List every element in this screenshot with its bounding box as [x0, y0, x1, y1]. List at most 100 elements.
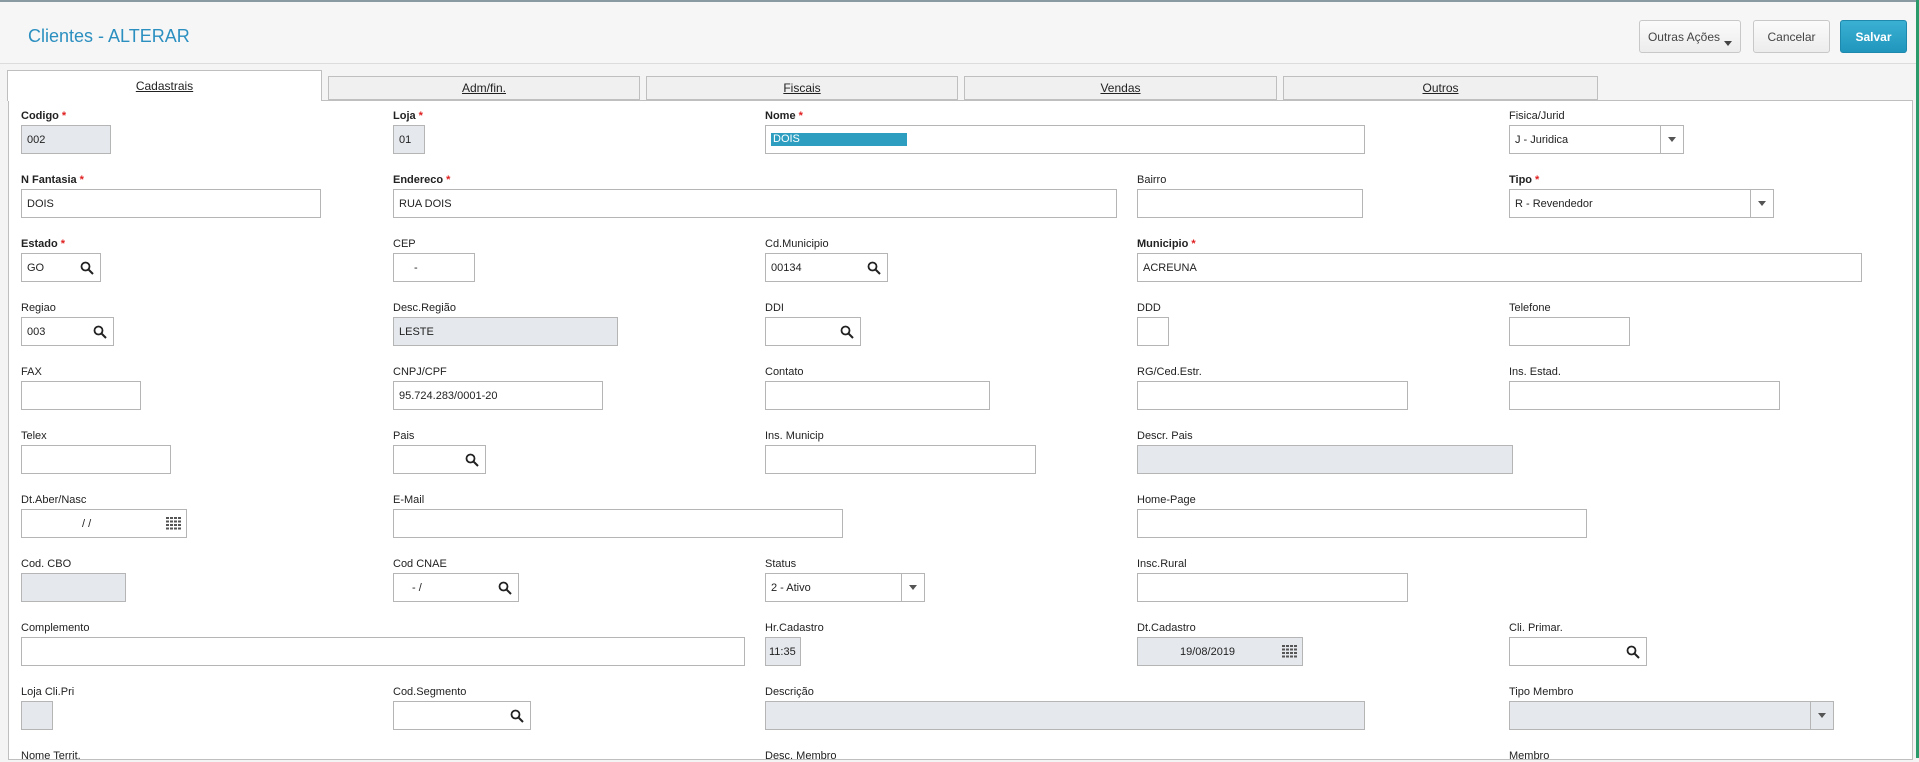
tab-fiscais[interactable]: Fiscais	[646, 76, 958, 100]
rg-field[interactable]	[1137, 381, 1408, 410]
ddd-field[interactable]	[1137, 317, 1169, 346]
search-icon[interactable]	[510, 709, 524, 723]
cdmunicipio-field[interactable]: 00134	[765, 253, 888, 282]
chevron-down-icon[interactable]	[1810, 702, 1833, 729]
search-icon[interactable]	[867, 261, 881, 275]
telex-label: Telex	[21, 430, 47, 442]
pais-field[interactable]	[393, 445, 486, 474]
tab-outros[interactable]: Outros	[1283, 76, 1598, 100]
chevron-down-icon[interactable]	[1660, 126, 1683, 153]
chevron-down-icon	[1724, 41, 1732, 46]
descricao-field[interactable]	[765, 701, 1365, 730]
cep-label: CEP	[393, 238, 416, 250]
email-field[interactable]	[393, 509, 843, 538]
membro-label: Membro	[1509, 750, 1550, 762]
endereco-field[interactable]: RUA DOIS	[393, 189, 1117, 218]
municipio-label: Municipio *	[1137, 238, 1196, 250]
bairro-field[interactable]	[1137, 189, 1363, 218]
pais-label: Pais	[393, 430, 415, 442]
codsegmento-field[interactable]	[393, 701, 531, 730]
search-icon[interactable]	[465, 453, 479, 467]
tab-adm-fin[interactable]: Adm/fin.	[328, 76, 640, 100]
fax-field[interactable]	[21, 381, 141, 410]
lojacli-label: Loja Cli.Pri	[21, 686, 75, 698]
search-icon[interactable]	[1626, 645, 1640, 659]
nome-field[interactable]: DOIS	[765, 125, 1365, 154]
outras-acoes-button[interactable]: Outras Ações	[1639, 20, 1741, 53]
regiao-label: Regiao	[21, 302, 56, 314]
endereco-label: Endereco *	[393, 174, 451, 186]
insmunicip-label: Ins. Municip	[765, 430, 824, 442]
fisica-label: Fisica/Jurid	[1509, 110, 1565, 122]
hrcadastro-label: Hr.Cadastro	[765, 622, 824, 634]
homepage-field[interactable]	[1137, 509, 1587, 538]
calendar-icon[interactable]	[166, 517, 181, 530]
cliprimar-label: Cli. Primar.	[1509, 622, 1563, 634]
tab-vendas[interactable]: Vendas	[964, 76, 1277, 100]
outras-acoes-label: Outras Ações	[1647, 29, 1721, 44]
telex-field[interactable]	[21, 445, 171, 474]
codcnae-field[interactable]: - /	[393, 573, 519, 602]
save-button[interactable]: Salvar	[1840, 20, 1907, 53]
nfantasia-field[interactable]: DOIS	[21, 189, 321, 218]
dtcadastro-field[interactable]: 19/08/2019	[1137, 637, 1303, 666]
descrpais-label: Descr. Pais	[1137, 430, 1193, 442]
regiao-field[interactable]: 003	[21, 317, 114, 346]
codigo-label: Codigo *	[21, 110, 67, 122]
cliprimar-field[interactable]	[1509, 637, 1647, 666]
complemento-field[interactable]	[21, 637, 745, 666]
estado-field[interactable]: GO	[21, 253, 101, 282]
cdmunicipio-label: Cd.Municipio	[765, 238, 829, 250]
ddi-field[interactable]	[765, 317, 861, 346]
codcnae-label: Cod CNAE	[393, 558, 447, 570]
loja-label: Loja *	[393, 110, 423, 122]
codcbo-label: Cod. CBO	[21, 558, 72, 570]
tab-cadastrais[interactable]: Cadastrais	[7, 70, 322, 101]
codcbo-field[interactable]	[21, 573, 126, 602]
codigo-field[interactable]: 002	[21, 125, 111, 154]
calendar-icon[interactable]	[1282, 645, 1297, 658]
chevron-down-icon[interactable]	[901, 574, 924, 601]
inscrural-field[interactable]	[1137, 573, 1408, 602]
chevron-down-icon[interactable]	[1750, 190, 1773, 217]
dtcadastro-label: Dt.Cadastro	[1137, 622, 1196, 634]
municipio-field[interactable]: ACREUNA	[1137, 253, 1862, 282]
cancel-button[interactable]: Cancelar	[1753, 20, 1830, 53]
codsegmento-label: Cod.Segmento	[393, 686, 467, 698]
dtaber-field[interactable]: / /	[21, 509, 187, 538]
tipo-select[interactable]: R - Revendedor	[1509, 189, 1774, 218]
insestad-field[interactable]	[1509, 381, 1780, 410]
fisica-select[interactable]: J - Juridica	[1509, 125, 1684, 154]
estado-label: Estado *	[21, 238, 65, 250]
search-icon[interactable]	[840, 325, 854, 339]
status-label: Status	[765, 558, 797, 570]
loja-field[interactable]: 01	[393, 125, 425, 154]
lojacli-field[interactable]	[21, 701, 53, 730]
inscrural-label: Insc.Rural	[1137, 558, 1187, 570]
ddd-label: DDD	[1137, 302, 1161, 314]
status-select[interactable]: 2 - Ativo	[765, 573, 925, 602]
cep-field[interactable]: -	[393, 253, 475, 282]
cnpj-field[interactable]: 95.724.283/0001-20	[393, 381, 603, 410]
hrcadastro-field[interactable]: 11:35	[765, 637, 801, 666]
ddi-label: DDI	[765, 302, 784, 314]
search-icon[interactable]	[93, 325, 107, 339]
nfantasia-label: N Fantasia *	[21, 174, 84, 186]
contato-field[interactable]	[765, 381, 990, 410]
tipo-label: Tipo *	[1509, 174, 1540, 186]
descregiao-field[interactable]: LESTE	[393, 317, 618, 346]
rg-label: RG/Ced.Estr.	[1137, 366, 1202, 378]
telefone-field[interactable]	[1509, 317, 1630, 346]
descrpais-field[interactable]	[1137, 445, 1513, 474]
descricao-label: Descrição	[765, 686, 814, 698]
homepage-label: Home-Page	[1137, 494, 1196, 506]
bairro-label: Bairro	[1137, 174, 1167, 186]
descregiao-label: Desc.Região	[393, 302, 456, 314]
insestad-label: Ins. Estad.	[1509, 366, 1561, 378]
search-icon[interactable]	[80, 261, 94, 275]
search-icon[interactable]	[498, 581, 512, 595]
insmunicip-field[interactable]	[765, 445, 1036, 474]
contato-label: Contato	[765, 366, 804, 378]
telefone-label: Telefone	[1509, 302, 1551, 314]
tipomembro-select[interactable]	[1509, 701, 1834, 730]
